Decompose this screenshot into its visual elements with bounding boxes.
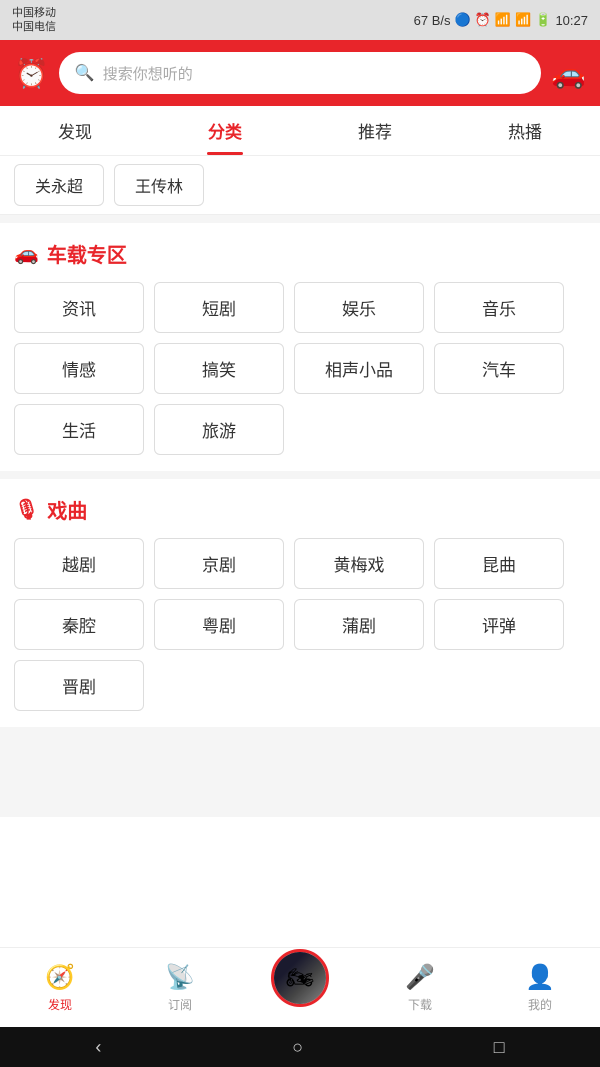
wifi-icon: 📶	[495, 12, 511, 28]
download-label: 下载	[408, 996, 432, 1013]
tag-jinju[interactable]: 晋剧	[14, 660, 144, 711]
tag-btn-wangchuanlin[interactable]: 王传林	[114, 164, 204, 206]
discover-label: 发现	[48, 996, 72, 1013]
battery-icon: 🔋	[535, 12, 551, 28]
tag-yueju2[interactable]: 粤剧	[154, 599, 284, 650]
subscribe-label: 订阅	[168, 996, 192, 1013]
tag-pingtan[interactable]: 评弹	[434, 599, 564, 650]
car-mode-icon[interactable]: 🚗	[551, 57, 586, 90]
partial-tag-row: 关永超 王传林	[0, 156, 600, 215]
tag-gaoxiao[interactable]: 搞笑	[154, 343, 284, 394]
nav-subscribe[interactable]: 📡 订阅	[120, 963, 240, 1013]
tab-recommend[interactable]: 推荐	[300, 106, 450, 155]
time-display: 10:27	[555, 13, 588, 28]
carrier-info: 中国移动 中国电信	[12, 6, 56, 35]
bottom-nav: 🧭 发现 📡 订阅 🏍 🎤 下载 👤 我的	[0, 947, 600, 1027]
car-zone-icon: 🚗	[14, 241, 39, 266]
car-zone-title: 🚗 车载专区	[14, 239, 586, 268]
center-avatar[interactable]: 🏍	[271, 949, 329, 1007]
status-bar: 中国移动 中国电信 67 B/s 🔵 ⏰ 📶 📶 🔋 10:27	[0, 0, 600, 40]
discover-icon: 🧭	[45, 963, 75, 992]
status-right: 67 B/s 🔵 ⏰ 📶 📶 🔋 10:27	[414, 12, 588, 28]
car-zone-section: 🚗 车载专区 资讯 短剧 娱乐 音乐 情感 搞笑 相声小品 汽车 生活 旅游	[0, 223, 600, 471]
tag-qinggan[interactable]: 情感	[14, 343, 144, 394]
android-bar: ‹ ○ □	[0, 1027, 600, 1067]
tag-kunqu[interactable]: 昆曲	[434, 538, 564, 589]
tab-discover[interactable]: 发现	[0, 106, 150, 155]
recent-button[interactable]: □	[494, 1037, 505, 1058]
tag-shenghuo[interactable]: 生活	[14, 404, 144, 455]
download-icon: 🎤	[405, 963, 435, 992]
tag-yueju[interactable]: 越剧	[14, 538, 144, 589]
tag-btn-guanyongchao[interactable]: 关永超	[14, 164, 104, 206]
avatar-image: 🏍	[274, 952, 326, 1004]
header: ⏰ 🔍 搜索你想听的 🚗	[0, 40, 600, 106]
nav-mine[interactable]: 👤 我的	[480, 963, 600, 1013]
search-bar[interactable]: 🔍 搜索你想听的	[59, 52, 541, 94]
opera-section: 🎙 戏曲 越剧 京剧 黄梅戏 昆曲 秦腔 粤剧 蒲剧 评弹 晋剧	[0, 479, 600, 727]
tab-hot[interactable]: 热播	[450, 106, 600, 155]
search-icon: 🔍	[75, 63, 95, 83]
tag-yule[interactable]: 娱乐	[294, 282, 424, 333]
tab-category[interactable]: 分类	[150, 106, 300, 155]
tag-qinqiang[interactable]: 秦腔	[14, 599, 144, 650]
tag-zixun[interactable]: 资讯	[14, 282, 144, 333]
nav-discover[interactable]: 🧭 发现	[0, 963, 120, 1013]
mine-label: 我的	[528, 996, 552, 1013]
tag-xiangsheng[interactable]: 相声小品	[294, 343, 424, 394]
tag-duanju[interactable]: 短剧	[154, 282, 284, 333]
subscribe-icon: 📡	[165, 963, 195, 992]
home-button[interactable]: ○	[292, 1037, 303, 1058]
opera-icon: 🎙	[14, 497, 39, 522]
tag-jingju[interactable]: 京剧	[154, 538, 284, 589]
alarm-icon: ⏰	[475, 12, 491, 28]
mine-icon: 👤	[525, 963, 555, 992]
clock-icon[interactable]: ⏰	[14, 57, 49, 90]
nav-center[interactable]: 🏍	[240, 959, 360, 1017]
bluetooth-icon: 🔵	[455, 12, 471, 28]
tag-huangmeixi[interactable]: 黄梅戏	[294, 538, 424, 589]
signal-icon: 📶	[515, 12, 531, 28]
car-zone-tag-grid: 资讯 短剧 娱乐 音乐 情感 搞笑 相声小品 汽车 生活 旅游	[14, 282, 586, 455]
search-placeholder: 搜索你想听的	[103, 63, 193, 84]
opera-tag-grid: 越剧 京剧 黄梅戏 昆曲 秦腔 粤剧 蒲剧 评弹 晋剧	[14, 538, 586, 711]
tag-qiche[interactable]: 汽车	[434, 343, 564, 394]
tag-lvyou[interactable]: 旅游	[154, 404, 284, 455]
opera-title: 🎙 戏曲	[14, 495, 586, 524]
speed-indicator: 67 B/s	[414, 13, 451, 28]
tag-yinyue[interactable]: 音乐	[434, 282, 564, 333]
tag-puju[interactable]: 蒲剧	[294, 599, 424, 650]
content-area: 关永超 王传林 🚗 车载专区 资讯 短剧 娱乐 音乐 情感 搞笑 相声小品 汽车…	[0, 156, 600, 817]
back-button[interactable]: ‹	[95, 1037, 101, 1058]
nav-tabs: 发现 分类 推荐 热播	[0, 106, 600, 156]
nav-download[interactable]: 🎤 下载	[360, 963, 480, 1013]
